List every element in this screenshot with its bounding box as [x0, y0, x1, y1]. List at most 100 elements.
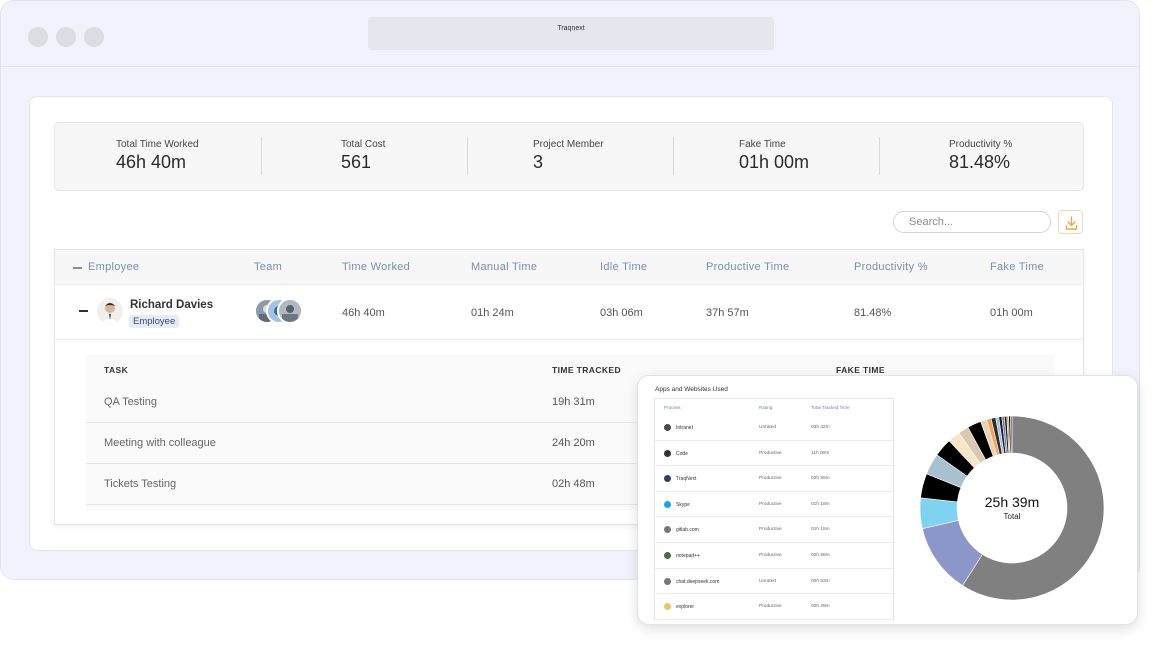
role-badge: Employee [129, 315, 180, 328]
app-row[interactable]: Skype Productive 01h 18m [655, 492, 893, 518]
apps-table-header: Process Rating Total Tracked Time [655, 399, 893, 415]
column-total-tracked[interactable]: Total Tracked Time [811, 405, 850, 410]
cell-idle-time: 03h 06m [600, 307, 643, 319]
stat-value: 3 [533, 152, 544, 172]
employee-name[interactable]: Richard Davies [130, 299, 213, 311]
app-row[interactable]: chat.deepseek.com Unrated 00h 53m [655, 569, 893, 595]
cell-productive-time: 37h 57m [706, 307, 749, 319]
stat-value: 46h 40m [116, 152, 187, 172]
collapse-all-icon[interactable] [73, 267, 82, 269]
cell-productivity: 81.48% [854, 307, 892, 319]
window-minimize-dot[interactable] [56, 27, 76, 47]
search-input[interactable]: Search... [893, 211, 1051, 233]
summary-stats: Total Time Worked 46h 40m Total Cost 561… [54, 122, 1084, 191]
app-icon [664, 449, 671, 457]
column-team[interactable]: Team [254, 261, 282, 273]
app-rating: Unrated [759, 578, 777, 584]
stat-label: Total Time Worked [116, 139, 199, 150]
donut-total-label: Total [1003, 512, 1021, 521]
app-rating: Productive [759, 450, 782, 456]
stat-label: Fake Time [739, 139, 786, 150]
app-row[interactable]: Code Productive 11h 00m [655, 441, 893, 467]
divider [261, 137, 262, 175]
app-rating: Productive [759, 604, 782, 610]
app-time: 03h 42m [811, 425, 830, 430]
collapse-row-icon[interactable] [79, 310, 88, 312]
column-idle-time[interactable]: Idle Time [600, 261, 647, 273]
column-process[interactable]: Process [664, 405, 681, 410]
app-row[interactable]: gitlab.com Productive 01h 15m [655, 517, 893, 543]
app-rating: Productive [759, 501, 782, 507]
app-row[interactable]: notepad++ Productive 00h 58m [655, 543, 893, 569]
column-fake-time[interactable]: Fake Time [990, 261, 1044, 273]
donut-total-value: 25h 39m [984, 494, 1040, 510]
cell-time-worked: 46h 40m [342, 307, 385, 319]
task-name: QA Testing [104, 396, 157, 408]
app-row[interactable]: explorer Productive 00h 39m [655, 594, 893, 620]
column-time-tracked: TIME TRACKED [552, 365, 622, 375]
cell-manual-time: 01h 24m [471, 307, 514, 319]
app-time: 02h 55m [811, 476, 830, 482]
usage-donut-chart: 25h 39m Total [919, 415, 1105, 601]
app-icon [664, 577, 671, 585]
download-button[interactable] [1058, 210, 1083, 234]
app-name: Intranet [676, 425, 693, 431]
avatar [97, 298, 123, 324]
stat-label: Project Member [533, 139, 604, 150]
app-time: 11h 00m [811, 450, 830, 456]
app-name: gitlab.com [676, 527, 699, 534]
column-productive-time[interactable]: Productive Time [706, 261, 789, 273]
app-rating: Productive [759, 476, 782, 482]
app-name: chat.deepseek.com [676, 578, 720, 585]
user-avatar-icon [99, 303, 121, 324]
app-time: 00h 58m [811, 553, 830, 558]
donut-segment[interactable] [1010, 415, 1013, 454]
app-rating: Productive [759, 527, 782, 533]
cell-fake-time: 01h 00m [990, 307, 1033, 319]
column-productivity[interactable]: Productivity % [854, 261, 928, 273]
column-time-worked[interactable]: Time Worked [342, 261, 410, 273]
table-row[interactable]: Richard Davies Employee 46h 40m 01h 24m … [55, 286, 1083, 340]
app-icon [664, 552, 671, 559]
apps-websites-card: Apps and Websites Used Process Rating To… [637, 375, 1138, 625]
app-time: 00h 39m [811, 604, 830, 610]
app-name: notepad++ [676, 553, 700, 559]
app-icon [664, 603, 671, 611]
column-employee[interactable]: Employee [88, 261, 139, 273]
team-photo-icon [279, 300, 301, 322]
task-name: Meeting with colleague [104, 437, 216, 449]
task-time: 02h 48m [552, 478, 595, 490]
window-titlebar: Traqnext [1, 1, 1139, 67]
stat-label: Productivity % [949, 139, 1013, 150]
divider [467, 137, 468, 175]
app-row[interactable]: Intranet Unrated 03h 42m [655, 415, 893, 441]
app-row[interactable]: TraqNext Productive 02h 55m [655, 466, 893, 492]
app-icon [664, 500, 671, 508]
app-rating: Productive [759, 553, 782, 558]
stat-value: 561 [341, 152, 372, 172]
app-time: 01h 15m [811, 527, 830, 533]
app-time: 00h 53m [811, 578, 830, 584]
apps-table: Process Rating Total Tracked Time Intran… [654, 398, 894, 620]
window-close-dot[interactable] [28, 27, 48, 47]
column-rating[interactable]: Rating [759, 405, 772, 410]
app-name: Skype [676, 501, 690, 508]
column-task: TASK [104, 365, 129, 375]
stat-label: Total Cost [341, 139, 386, 150]
stat-value: 81.48% [949, 152, 1011, 172]
divider [879, 137, 880, 175]
divider [673, 137, 674, 175]
app-name: Code [676, 450, 688, 457]
table-header: Employee Team Time Worked Manual Time Id… [55, 250, 1083, 285]
app-icon [664, 526, 671, 534]
card-title: Apps and Websites Used [655, 386, 728, 393]
stat-value: 01h 00m [739, 152, 810, 172]
app-rating: Unrated [759, 425, 777, 430]
team-avatar[interactable] [277, 298, 303, 324]
download-icon [1065, 216, 1078, 230]
window-maximize-dot[interactable] [84, 27, 104, 47]
column-manual-time[interactable]: Manual Time [471, 261, 537, 273]
app-icon [664, 424, 671, 431]
address-bar[interactable]: Traqnext [368, 17, 774, 50]
app-icon [664, 475, 671, 483]
